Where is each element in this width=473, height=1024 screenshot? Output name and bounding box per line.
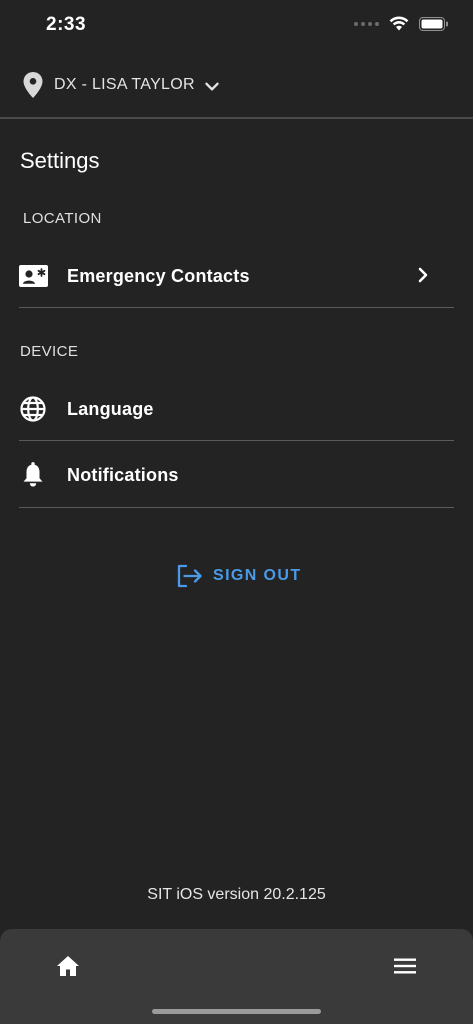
divider	[19, 307, 454, 308]
header-divider	[0, 117, 473, 119]
divider	[19, 507, 454, 508]
emergency-contacts-label: Emergency Contacts	[67, 265, 250, 286]
location-pin-icon	[23, 72, 43, 98]
status-icons	[354, 16, 449, 31]
app-version: SIT iOS version 20.2.125	[147, 886, 326, 903]
logout-icon	[177, 564, 202, 588]
menu-button[interactable]	[389, 951, 421, 981]
chevron-down-icon	[205, 82, 219, 91]
globe-icon	[19, 394, 49, 424]
status-time: 2:33	[46, 14, 87, 35]
chevron-right-icon	[418, 267, 428, 283]
divider	[19, 440, 454, 441]
page-title: Settings	[20, 148, 100, 173]
sign-out-button[interactable]: SIGN OUT	[176, 561, 302, 591]
section-header-location: LOCATION	[23, 210, 102, 227]
sign-out-label: SIGN OUT	[213, 567, 302, 584]
bell-icon	[19, 460, 49, 490]
menu-icon	[394, 958, 416, 974]
cellular-signal-icon	[354, 21, 379, 26]
home-indicator	[152, 1009, 321, 1014]
home-icon	[57, 956, 79, 976]
home-button[interactable]	[52, 951, 84, 981]
language-row[interactable]: Language	[19, 381, 454, 437]
contact-card-icon	[19, 261, 49, 291]
language-label: Language	[67, 398, 154, 419]
notifications-row[interactable]: Notifications	[19, 447, 454, 503]
notifications-label: Notifications	[67, 464, 179, 485]
section-header-device: DEVICE	[20, 343, 79, 360]
bottom-nav	[0, 929, 473, 1024]
wifi-icon	[389, 16, 409, 31]
status-bar: 2:33	[0, 0, 473, 50]
location-name: DX - LISA TAYLOR	[54, 76, 195, 93]
emergency-contacts-row[interactable]: Emergency Contacts	[19, 248, 454, 304]
location-selector[interactable]: DX - LISA TAYLOR	[22, 70, 219, 100]
battery-icon	[419, 16, 448, 31]
